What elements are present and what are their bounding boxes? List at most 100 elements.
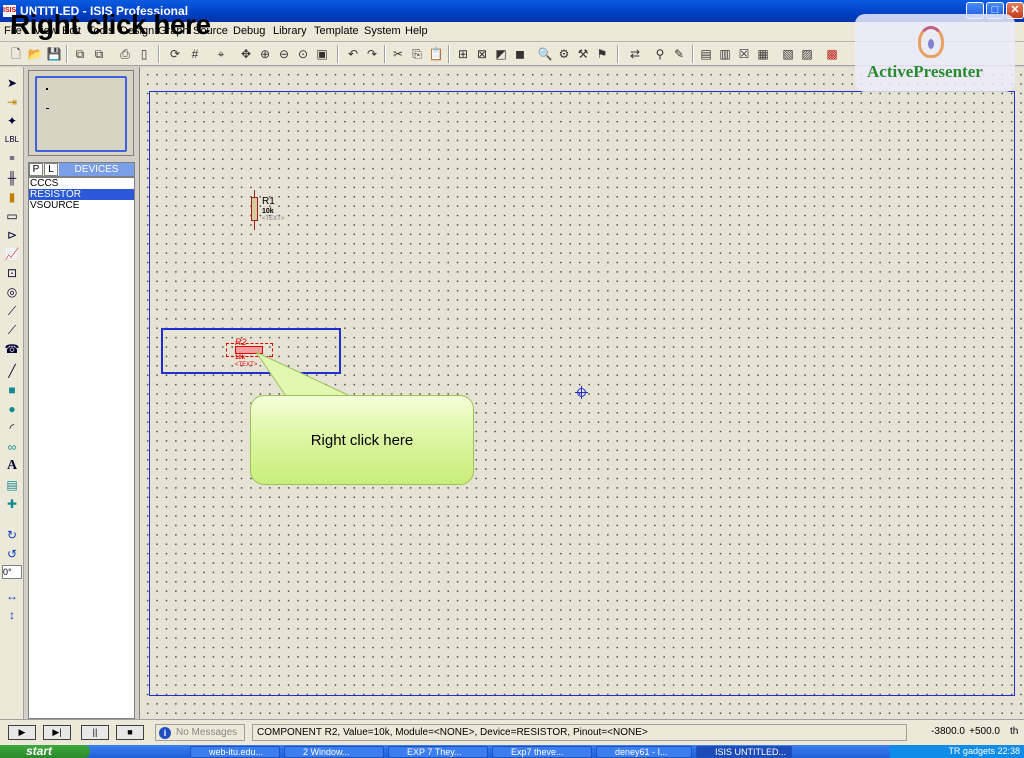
zoom-in-icon[interactable]: ⊕: [257, 46, 273, 62]
path-icon[interactable]: ∞: [3, 439, 21, 455]
toolbar-separator: [158, 45, 160, 63]
text-icon[interactable]: A: [3, 458, 21, 474]
wire-label-icon[interactable]: LBL: [3, 132, 21, 148]
menu-template[interactable]: Template: [314, 25, 359, 37]
task-button[interactable]: Exp7 theve...: [492, 746, 592, 758]
device-item-resistor[interactable]: RESISTOR: [29, 189, 134, 200]
undo-icon[interactable]: ↶: [345, 46, 361, 62]
copy-icon[interactable]: ⎘: [409, 46, 425, 62]
graph-icon[interactable]: 📈: [3, 246, 21, 262]
page-icon[interactable]: ▯: [136, 46, 152, 62]
messages-indicator[interactable]: i No Messages: [155, 724, 245, 741]
pick-devices-button[interactable]: P: [29, 163, 43, 176]
status-bar: ▶ ▶| || ■ i No Messages COMPONENT R2, Va…: [0, 719, 1024, 745]
remove-sheet-icon[interactable]: ▥: [717, 46, 733, 62]
menu-library[interactable]: Library: [273, 25, 307, 37]
symbol-icon[interactable]: ▤: [3, 477, 21, 493]
search-icon[interactable]: ⚲: [652, 46, 668, 62]
mirror-x-icon[interactable]: ↔: [3, 588, 21, 604]
import-icon[interactable]: ⧉: [72, 46, 88, 62]
pause-button[interactable]: ||: [81, 725, 109, 740]
overview-window[interactable]: [28, 70, 134, 156]
resistor-r1[interactable]: R1 10k <TEXT>: [250, 190, 290, 234]
open-icon[interactable]: 📂: [27, 46, 43, 62]
tape-icon[interactable]: ⊡: [3, 265, 21, 281]
refresh-icon[interactable]: ⟳: [167, 46, 183, 62]
circle-icon[interactable]: ●: [3, 401, 21, 417]
ares-icon[interactable]: ▨: [799, 46, 815, 62]
library-manager-button[interactable]: L: [44, 163, 58, 176]
paste-icon[interactable]: 📋: [428, 46, 444, 62]
block-rotate-icon[interactable]: ◩: [493, 46, 509, 62]
mirror-y-icon[interactable]: ↕: [3, 607, 21, 623]
cut-icon[interactable]: ✂: [390, 46, 406, 62]
save-icon[interactable]: 💾: [46, 46, 62, 62]
origin-icon[interactable]: ⌖: [213, 46, 229, 62]
redo-icon[interactable]: ↷: [364, 46, 380, 62]
netlist-icon[interactable]: ▧: [780, 46, 796, 62]
device-item-cccs[interactable]: CCCS: [29, 178, 134, 189]
rotate-ccw-icon[interactable]: ↺: [3, 546, 21, 562]
start-button[interactable]: start: [0, 745, 90, 758]
task-button[interactable]: EXP 7 They...: [388, 746, 488, 758]
pan-icon[interactable]: ✥: [238, 46, 254, 62]
device-selector-header: P L DEVICES: [28, 162, 135, 177]
bom-icon[interactable]: ▦: [755, 46, 771, 62]
virtual-instrument-icon[interactable]: ☎: [3, 341, 21, 357]
line-icon[interactable]: ╱: [3, 363, 21, 379]
toolbar-separator: [66, 45, 68, 63]
exit-sheet-icon[interactable]: ☒: [736, 46, 752, 62]
zoom-out-icon[interactable]: ⊖: [276, 46, 292, 62]
grid-icon[interactable]: #: [187, 46, 203, 62]
bus-icon[interactable]: ╫: [3, 170, 21, 186]
arc-icon[interactable]: ◜: [3, 420, 21, 436]
device-list[interactable]: CCCS RESISTOR VSOURCE: [28, 177, 135, 719]
mode-toolbar: ➤ ⇥ ✦ LBL ≣ ╫ ▮ ▭ ⊳ 📈 ⊡ ◎ ⟋ ⟋ ☎ ╱ ■ ● ◜ …: [0, 67, 24, 719]
box-icon[interactable]: ■: [3, 382, 21, 398]
component-icon[interactable]: ⇥: [3, 94, 21, 110]
make-device-icon[interactable]: ⚙: [556, 46, 572, 62]
block-delete-icon[interactable]: ◼: [512, 46, 528, 62]
text-script-icon[interactable]: ≣: [3, 151, 21, 167]
menu-debug[interactable]: Debug: [233, 25, 265, 37]
current-probe-icon[interactable]: ⟋: [3, 322, 21, 338]
junction-icon[interactable]: ✦: [3, 113, 21, 129]
wire-autorouter-icon[interactable]: ⇄: [627, 46, 643, 62]
task-button-active[interactable]: ISIS UNTITLED...: [696, 746, 792, 758]
terminal-icon[interactable]: ▭: [3, 208, 21, 224]
new-sheet-icon[interactable]: ▤: [698, 46, 714, 62]
generator-icon[interactable]: ◎: [3, 284, 21, 300]
ares-board-icon[interactable]: ▩: [824, 46, 840, 62]
rotation-angle-field[interactable]: 0°: [2, 565, 22, 579]
menu-system[interactable]: System: [364, 25, 401, 37]
decompose-icon[interactable]: ⚑: [594, 46, 610, 62]
pick-icon[interactable]: 🔍: [537, 46, 553, 62]
task-button[interactable]: deney61 - I...: [596, 746, 692, 758]
new-icon[interactable]: 🗋: [8, 46, 24, 62]
block-copy-icon[interactable]: ⊞: [455, 46, 471, 62]
step-button[interactable]: ▶|: [43, 725, 71, 740]
selection-icon[interactable]: ➤: [3, 75, 21, 91]
pin-icon[interactable]: ⊳: [3, 227, 21, 243]
subcircuit-icon[interactable]: ▮: [3, 189, 21, 205]
menu-help[interactable]: Help: [405, 25, 428, 37]
voltage-probe-icon[interactable]: ⟋: [3, 303, 21, 319]
coord-y: +500.0: [969, 726, 1000, 737]
block-move-icon[interactable]: ⊠: [474, 46, 490, 62]
play-button[interactable]: ▶: [8, 725, 36, 740]
packaging-icon[interactable]: ⚒: [575, 46, 591, 62]
zoom-area-icon[interactable]: ▣: [314, 46, 330, 62]
task-button[interactable]: 2 Window...: [284, 746, 384, 758]
zoom-all-icon[interactable]: ⊙: [295, 46, 311, 62]
property-icon[interactable]: ✎: [671, 46, 687, 62]
print-icon[interactable]: ⎙: [117, 46, 133, 62]
device-item-vsource[interactable]: VSOURCE: [29, 200, 134, 211]
task-button[interactable]: web-itu.edu...: [190, 746, 280, 758]
marker-icon[interactable]: ✚: [3, 496, 21, 512]
resistor-body: [251, 197, 258, 221]
rotate-cw-icon[interactable]: ↻: [3, 527, 21, 543]
toolbar-separator: [692, 45, 694, 63]
export-icon[interactable]: ⧉: [91, 46, 107, 62]
stop-button[interactable]: ■: [116, 725, 144, 740]
toolbar-separator: [337, 45, 339, 63]
